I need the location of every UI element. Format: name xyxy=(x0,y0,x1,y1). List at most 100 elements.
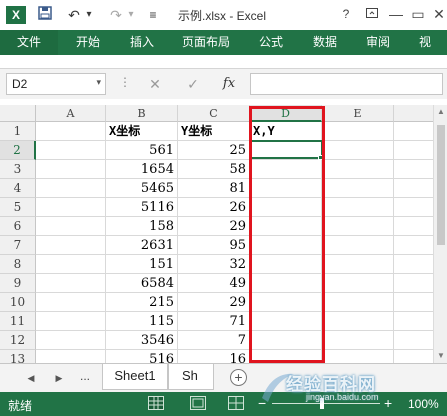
vertical-scrollbar[interactable]: ▲ ▼ xyxy=(433,105,447,363)
cell-a[interactable] xyxy=(36,255,106,274)
tab-review[interactable]: 审阅 xyxy=(366,30,390,55)
formula-bar-splitter[interactable]: ⋮ xyxy=(119,75,131,89)
restore-button[interactable]: ▭ xyxy=(407,4,429,24)
add-sheet-icon[interactable]: + xyxy=(230,369,247,386)
cell-f[interactable] xyxy=(394,293,433,312)
cell-c[interactable]: 71 xyxy=(178,312,250,331)
cell-b[interactable]: 115 xyxy=(106,312,178,331)
cell-a[interactable] xyxy=(36,293,106,312)
cell-c[interactable]: 16 xyxy=(178,350,250,363)
cell-b[interactable]: 561 xyxy=(106,141,178,160)
previous-sheet-icon[interactable]: ◀ xyxy=(24,370,38,386)
chevron-down-icon[interactable]: ▾ xyxy=(96,77,101,88)
cell-f[interactable] xyxy=(394,331,433,350)
cell-e[interactable] xyxy=(322,293,394,312)
zoom-in-button[interactable]: + xyxy=(384,395,392,411)
cell-a[interactable] xyxy=(36,160,106,179)
select-all-corner[interactable] xyxy=(0,105,36,122)
page-layout-view-icon[interactable] xyxy=(190,396,206,410)
row-header[interactable]: 11 xyxy=(0,312,36,331)
cell-d[interactable] xyxy=(250,331,322,350)
cell-b[interactable]: 5116 xyxy=(106,198,178,217)
scrollbar-thumb[interactable] xyxy=(437,125,445,245)
tab-home[interactable]: 开始 xyxy=(76,30,100,55)
cell-c[interactable]: 26 xyxy=(178,198,250,217)
fill-handle[interactable] xyxy=(318,155,323,160)
more-sheets-left[interactable]: ... xyxy=(80,369,90,383)
scroll-down-icon[interactable]: ▼ xyxy=(435,350,447,362)
tab-formulas[interactable]: 公式 xyxy=(259,30,283,55)
insert-function-icon[interactable]: fx xyxy=(217,73,241,95)
tab-insert[interactable]: 插入 xyxy=(130,30,154,55)
cell-b[interactable]: 151 xyxy=(106,255,178,274)
cell-f[interactable] xyxy=(394,312,433,331)
name-box[interactable]: D2 ▾ xyxy=(6,73,106,95)
cell-c[interactable]: 29 xyxy=(178,217,250,236)
cell-d[interactable] xyxy=(250,293,322,312)
customize-quick-access-icon[interactable]: ≡ xyxy=(146,5,160,25)
cell-f[interactable] xyxy=(394,141,433,160)
cell-a[interactable] xyxy=(36,312,106,331)
cell-b[interactable]: 6584 xyxy=(106,274,178,293)
cell-d[interactable] xyxy=(250,141,322,160)
row-header[interactable]: 6 xyxy=(0,217,36,236)
next-sheet-icon[interactable]: ▶ xyxy=(52,370,66,386)
row-header[interactable]: 2 xyxy=(0,141,36,160)
cell-b[interactable]: 158 xyxy=(106,217,178,236)
tab-view[interactable]: 视 xyxy=(419,30,431,55)
cell-e[interactable] xyxy=(322,160,394,179)
row-header[interactable]: 13 xyxy=(0,350,36,363)
normal-view-icon[interactable] xyxy=(148,396,164,410)
sheet-tab-sheet2[interactable]: Sh xyxy=(168,364,214,390)
cell-f[interactable] xyxy=(394,236,433,255)
cell-f[interactable] xyxy=(394,179,433,198)
cell-e[interactable] xyxy=(322,350,394,363)
cell-a[interactable] xyxy=(36,331,106,350)
zoom-out-button[interactable]: − xyxy=(258,395,266,411)
cell-e[interactable] xyxy=(322,122,394,141)
cell-e[interactable] xyxy=(322,179,394,198)
cell-e[interactable] xyxy=(322,198,394,217)
cell-d[interactable] xyxy=(250,255,322,274)
row-header[interactable]: 1 xyxy=(0,122,36,141)
cell-e[interactable] xyxy=(322,255,394,274)
undo-dropdown-icon[interactable]: ▾ xyxy=(84,5,94,25)
cancel-icon[interactable]: ✕ xyxy=(143,73,167,95)
cell-d[interactable] xyxy=(250,312,322,331)
cell-f[interactable] xyxy=(394,198,433,217)
column-header-c[interactable]: C xyxy=(178,105,250,122)
cell-b[interactable]: 5465 xyxy=(106,179,178,198)
tab-data[interactable]: 数据 xyxy=(313,30,337,55)
page-break-view-icon[interactable] xyxy=(228,396,244,410)
cell-d[interactable] xyxy=(250,274,322,293)
tab-file[interactable]: 文件 xyxy=(0,30,58,55)
redo-icon[interactable]: ↷ xyxy=(108,5,124,25)
cell-b[interactable]: 2631 xyxy=(106,236,178,255)
cell-a[interactable] xyxy=(36,141,106,160)
close-button[interactable]: ✕ xyxy=(428,4,447,24)
row-header[interactable]: 7 xyxy=(0,236,36,255)
cell-c[interactable]: 29 xyxy=(178,293,250,312)
tab-page-layout[interactable]: 页面布局 xyxy=(182,30,230,55)
cell-d[interactable] xyxy=(250,179,322,198)
save-icon[interactable] xyxy=(36,5,54,25)
cell-b[interactable]: 215 xyxy=(106,293,178,312)
row-header[interactable]: 12 xyxy=(0,331,36,350)
cell-a[interactable] xyxy=(36,122,106,141)
cell-d[interactable]: X,Y xyxy=(250,122,322,141)
cell-e[interactable] xyxy=(322,331,394,350)
column-header-f[interactable] xyxy=(394,105,433,122)
ribbon-display-icon[interactable] xyxy=(361,4,383,24)
zoom-slider-thumb[interactable] xyxy=(320,398,324,409)
cell-d[interactable] xyxy=(250,236,322,255)
cell-c[interactable]: 95 xyxy=(178,236,250,255)
cell-e[interactable] xyxy=(322,312,394,331)
row-header[interactable]: 5 xyxy=(0,198,36,217)
cell-f[interactable] xyxy=(394,217,433,236)
cell-a[interactable] xyxy=(36,274,106,293)
enter-icon[interactable]: ✓ xyxy=(181,73,205,95)
row-header[interactable]: 3 xyxy=(0,160,36,179)
cell-f[interactable] xyxy=(394,160,433,179)
row-header[interactable]: 9 xyxy=(0,274,36,293)
column-header-e[interactable]: E xyxy=(322,105,394,122)
